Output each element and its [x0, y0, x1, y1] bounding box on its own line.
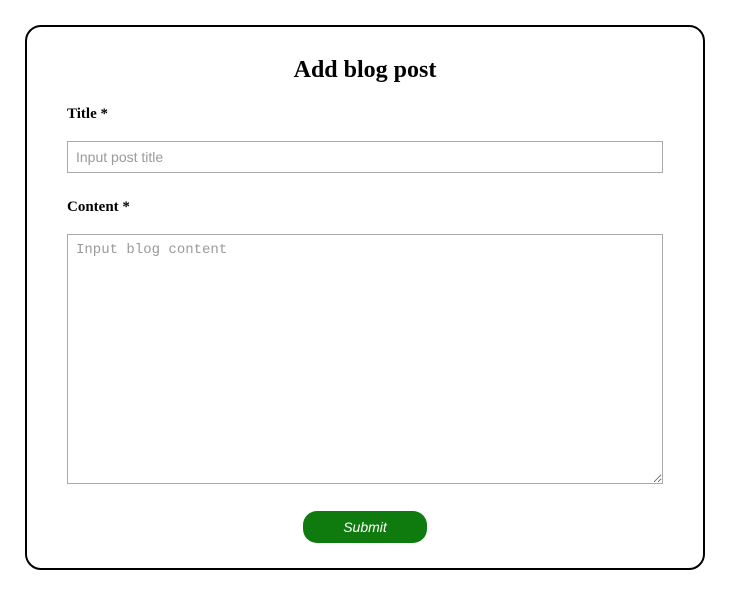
- add-blog-post-card: Add blog post Title * Content * Submit: [25, 25, 705, 570]
- submit-button[interactable]: Submit: [303, 511, 427, 543]
- content-textarea[interactable]: [67, 234, 663, 484]
- submit-row: Submit: [67, 511, 663, 543]
- title-label: Title *: [67, 106, 663, 123]
- page-title: Add blog post: [67, 57, 663, 84]
- content-label: Content *: [67, 199, 663, 216]
- title-input[interactable]: [67, 141, 663, 173]
